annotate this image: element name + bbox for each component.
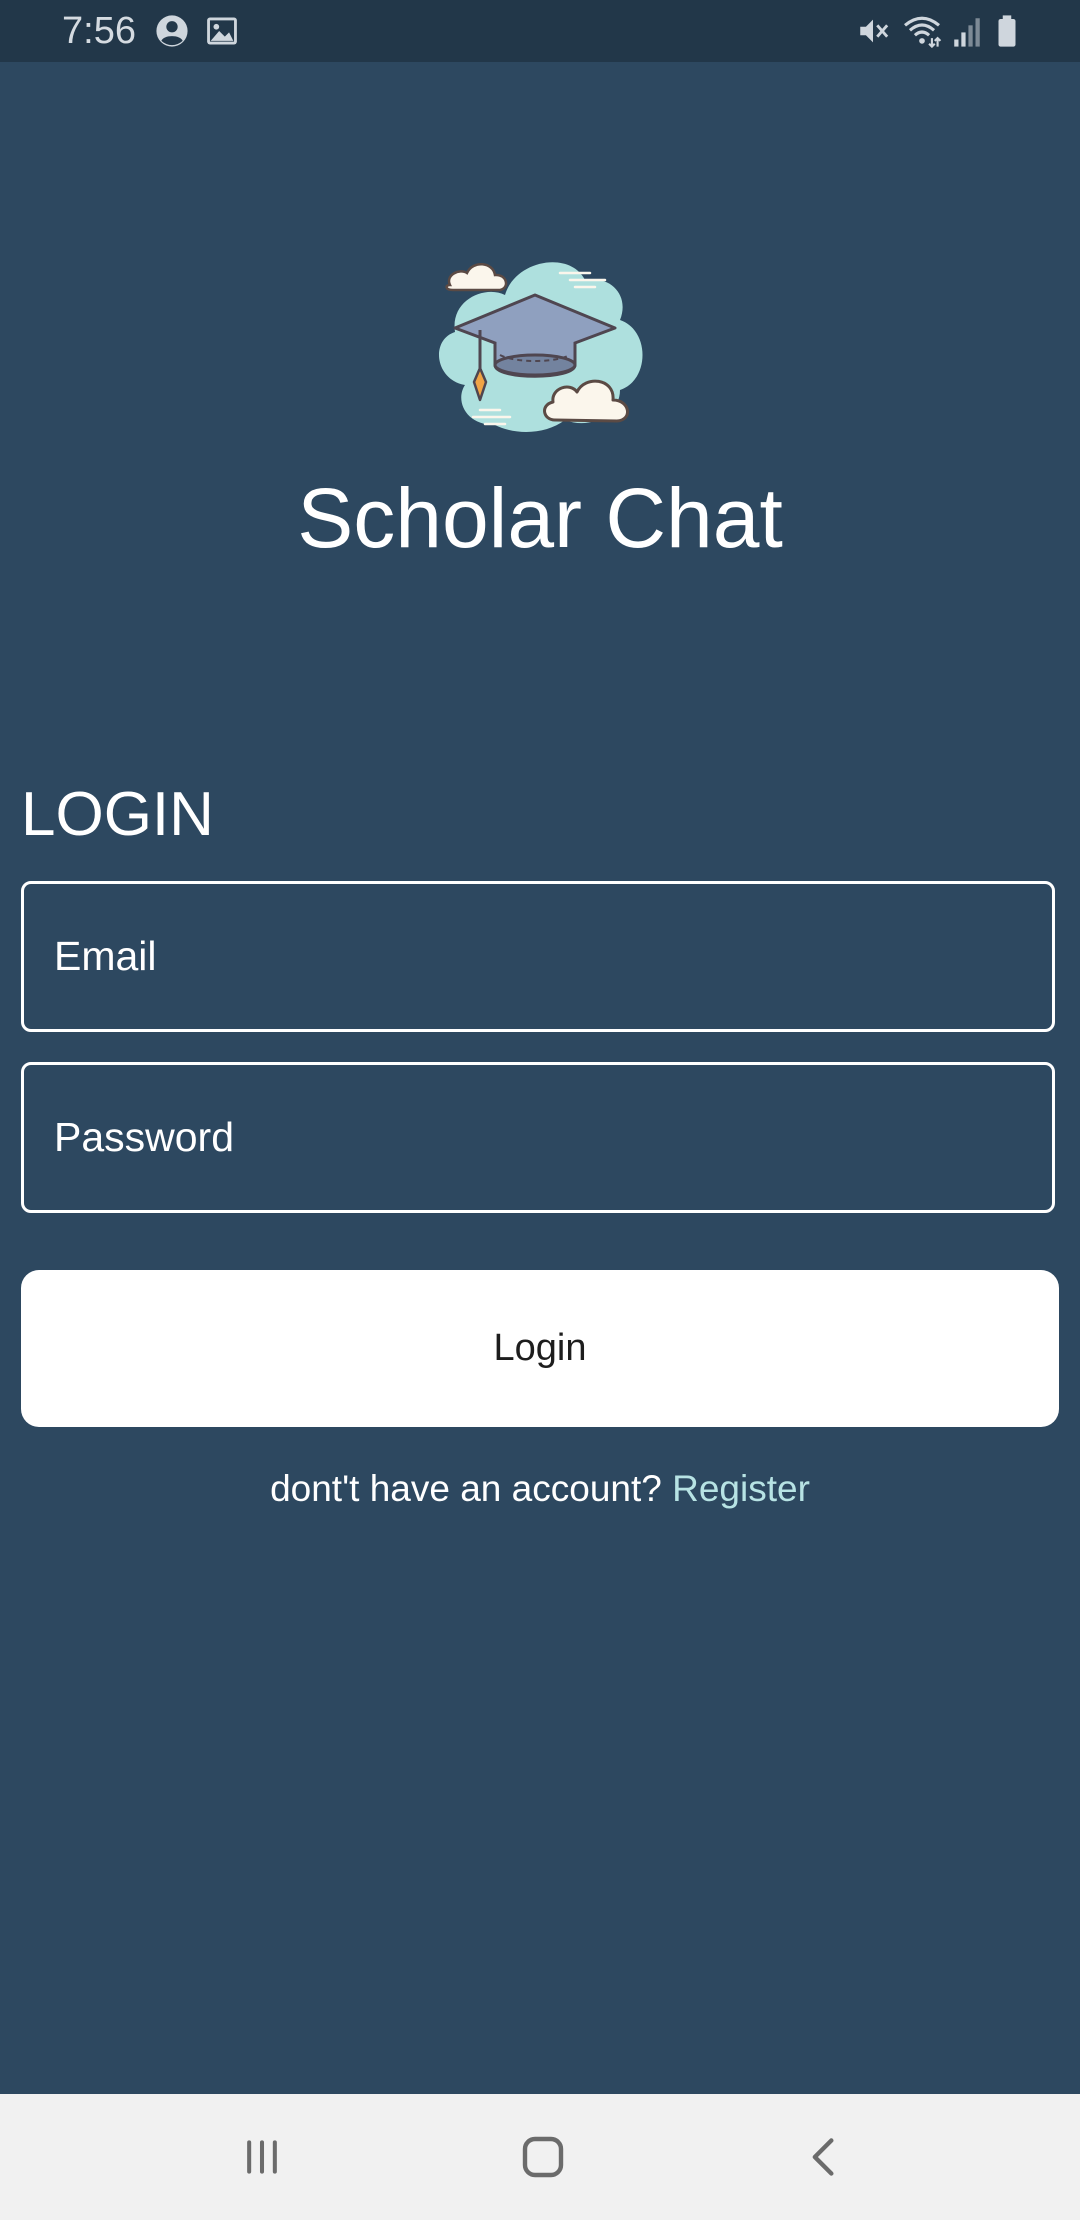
- login-button[interactable]: Login: [21, 1270, 1059, 1427]
- navigation-bar: [0, 2094, 1080, 2220]
- mute-vibrate-icon: [860, 19, 889, 43]
- wifi-icon: [904, 16, 942, 48]
- home-icon: [522, 2136, 564, 2178]
- password-field-container: [21, 1062, 1055, 1213]
- home-button[interactable]: [503, 2122, 583, 2192]
- email-field-container: [21, 881, 1055, 1032]
- recent-apps-button[interactable]: [222, 2122, 302, 2192]
- register-prompt: dont't have an account?: [270, 1468, 673, 1509]
- status-time: 7:56: [62, 10, 136, 52]
- register-link[interactable]: Register: [672, 1468, 810, 1509]
- image-icon: [207, 17, 237, 45]
- battery-icon: [998, 15, 1016, 47]
- app-title: Scholar Chat: [297, 471, 783, 565]
- login-heading: LOGIN: [21, 780, 214, 849]
- status-bar: 7:56: [0, 0, 1080, 62]
- back-button[interactable]: [784, 2122, 864, 2192]
- password-field[interactable]: [24, 1065, 1052, 1210]
- email-field[interactable]: [24, 884, 1052, 1029]
- back-icon: [812, 2138, 834, 2176]
- signal-icon: [954, 18, 980, 47]
- register-row: dont't have an account? Register: [0, 1465, 1080, 1513]
- recent-apps-icon: [247, 2140, 277, 2174]
- graduation-cap-cloud-icon: [438, 262, 643, 432]
- account-circle-icon: [156, 15, 188, 47]
